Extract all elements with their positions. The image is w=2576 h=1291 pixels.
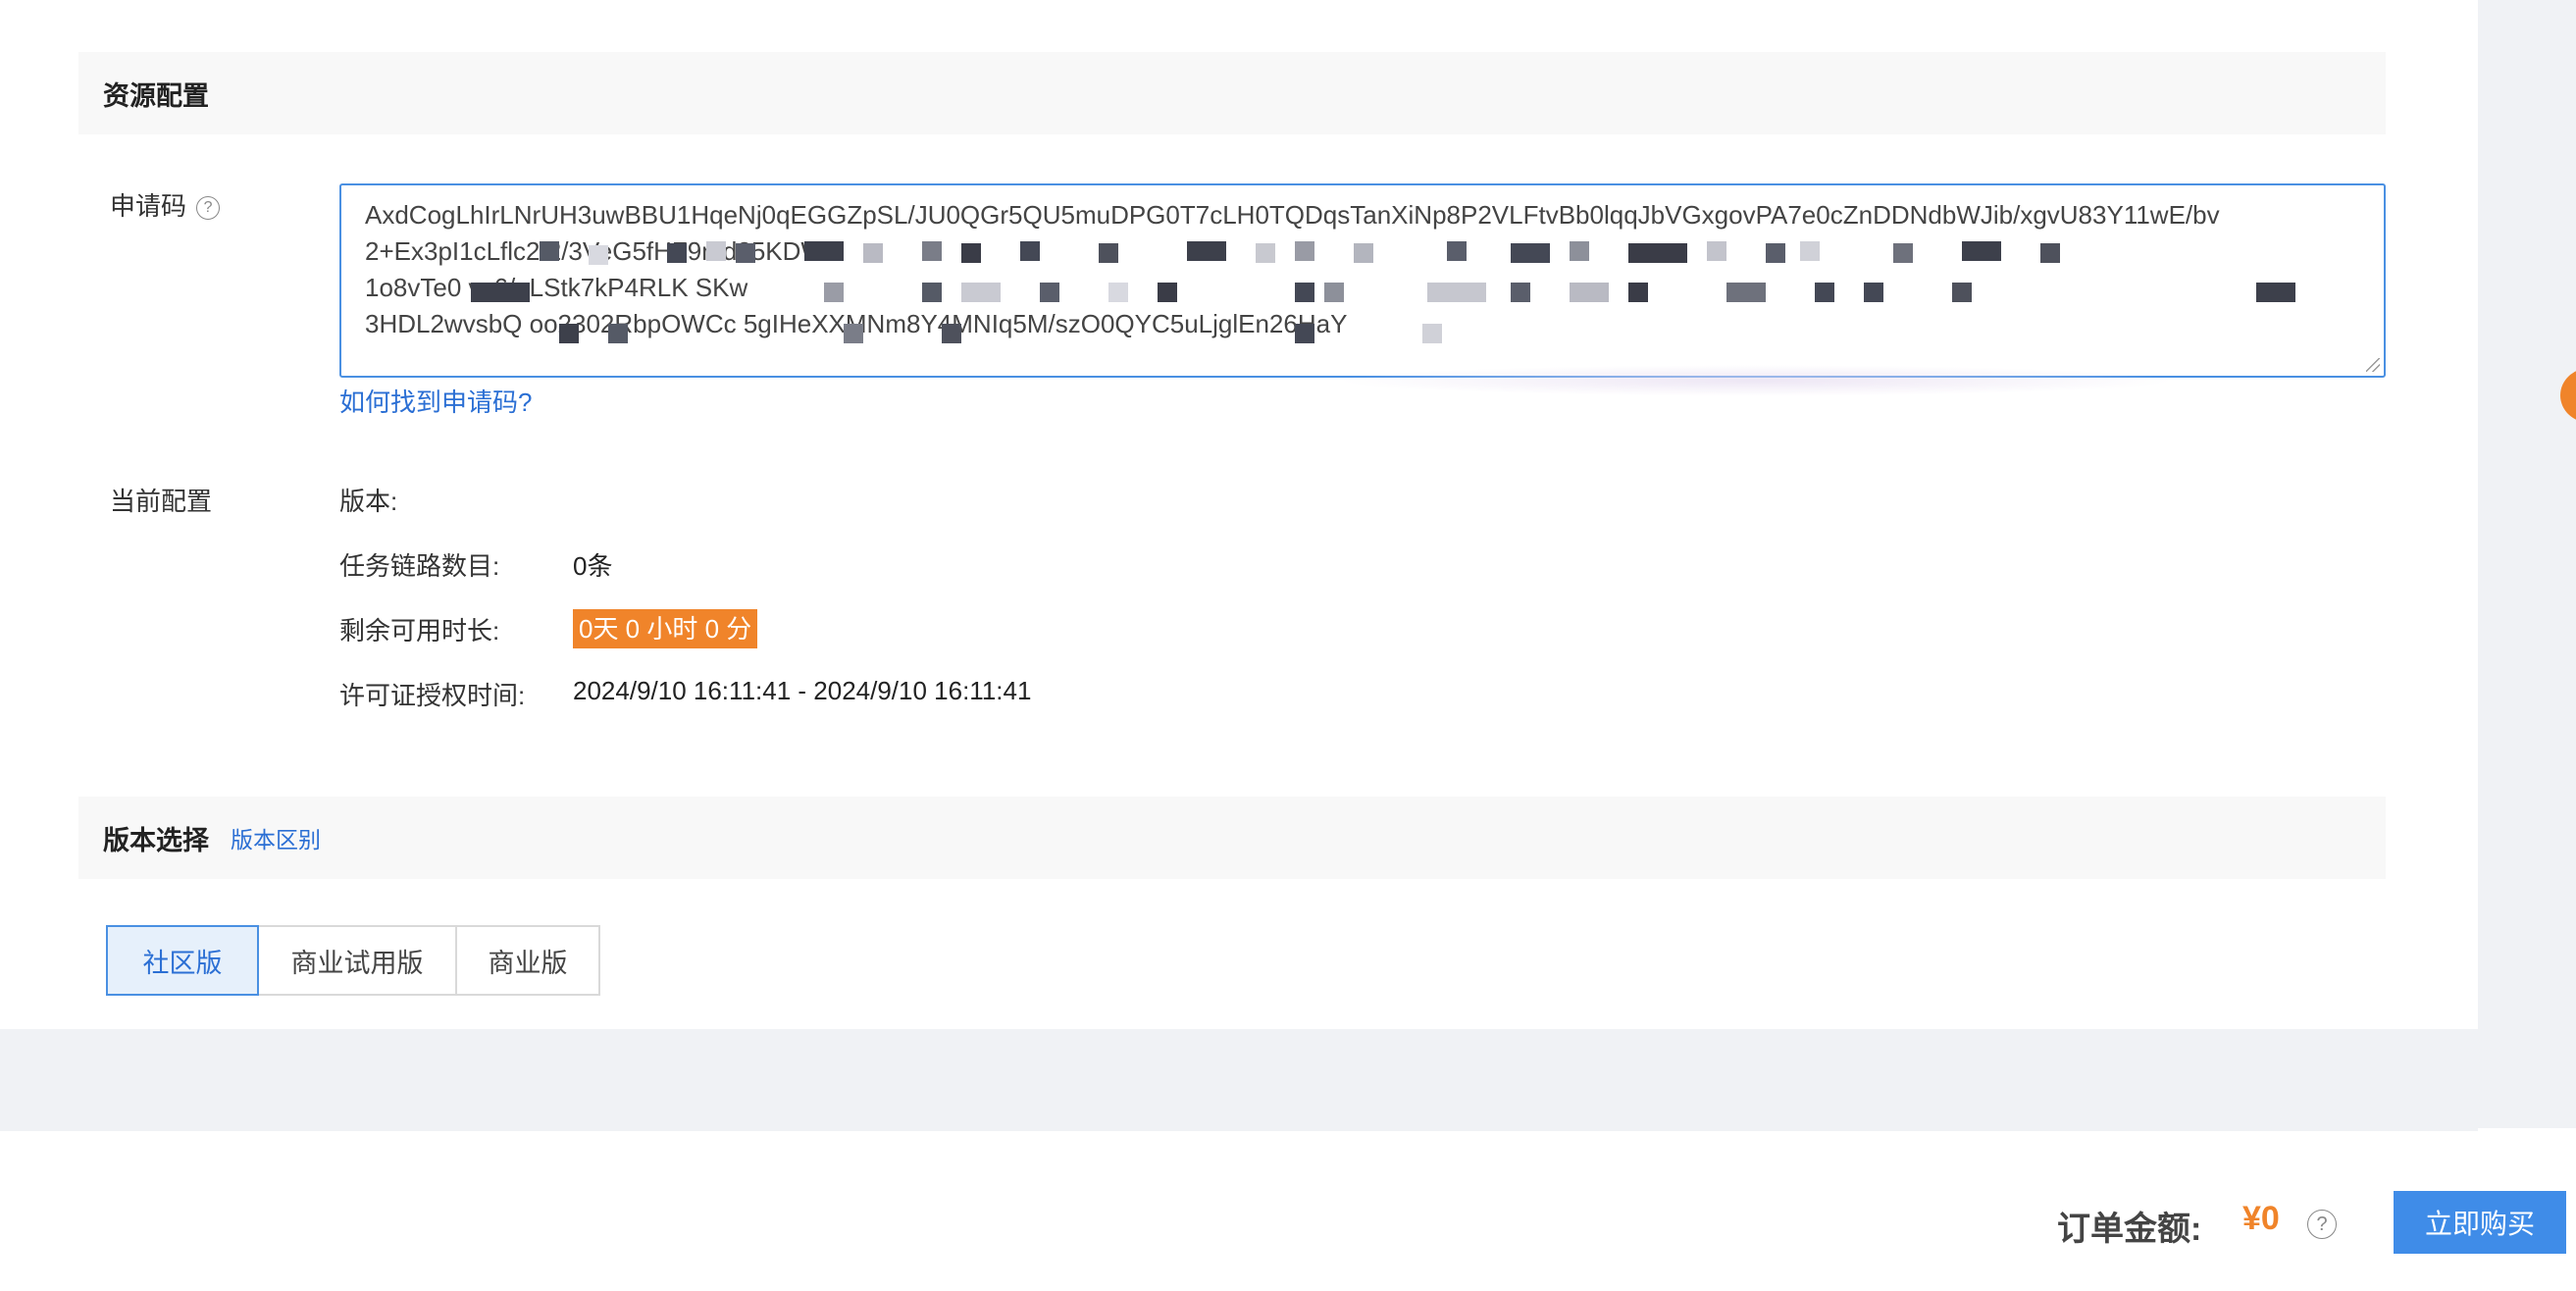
tab-commercial-trial[interactable]: 商业试用版 (257, 925, 457, 996)
main-card: 资源配置 申请码? AxdCogLhIrLNrUH3uwBBU1HqeNj0qE… (0, 0, 2478, 1029)
apply-code-line-1: AxdCogLhIrLNrUH3uwBBU1HqeNj0qEGGZpSL/JU0… (365, 200, 2220, 230)
remaining-time-label: 剩余可用时长: (339, 616, 500, 646)
version-section-header: 版本选择 版本区别 (78, 797, 2386, 879)
resize-grip-icon[interactable] (2366, 358, 2380, 372)
license-time-label: 许可证授权时间: (339, 681, 526, 710)
current-config-label: 当前配置 (110, 487, 213, 516)
apply-code-label-row: 申请码? (110, 186, 221, 223)
question-circle-icon[interactable]: ? (2307, 1210, 2337, 1239)
task-chain-value: 0条 (573, 551, 613, 581)
tab-community[interactable]: 社区版 (106, 925, 259, 996)
version-tabs: 社区版 商业试用版 商业版 (106, 925, 600, 996)
order-total-label: 订单金额: (2057, 1211, 2202, 1248)
content-bottom-band (0, 1029, 2478, 1131)
find-apply-code-link[interactable]: 如何找到申请码? (339, 383, 532, 419)
apply-code-label: 申请码 (110, 191, 187, 221)
buy-now-button[interactable]: 立即购买 (2394, 1191, 2566, 1254)
resource-section-title: 资源配置 (103, 80, 209, 111)
version-label: 版本: (339, 487, 398, 516)
redaction-fade (1334, 365, 2178, 396)
tab-commercial[interactable]: 商业版 (455, 925, 600, 996)
remaining-time-badge: 0天 0 小时 0 分 (573, 609, 758, 648)
page: 资源配置 申请码? AxdCogLhIrLNrUH3uwBBU1HqeNj0qE… (0, 0, 2576, 1291)
resource-section-header: 资源配置 (78, 52, 2386, 134)
version-section-title: 版本选择 (103, 825, 209, 855)
apply-code-line-4: 3HDL2wvsbQ oo2302RbpOWCc 5gIHeXXMNm8Y4MN… (365, 309, 1348, 338)
right-gutter (2478, 0, 2576, 1128)
apply-code-textarea[interactable]: AxdCogLhIrLNrUH3uwBBU1HqeNj0qEGGZpSL/JU0… (339, 183, 2386, 378)
question-circle-icon[interactable]: ? (196, 196, 221, 221)
apply-code-line-3: 1o8vTe0 vc6/eLStk7kP4RLK SKw (365, 273, 748, 302)
apply-code-line-2: 2+Ex3pI1cLflc2 2/3VeG5fHF9md25KDWV (365, 236, 843, 266)
version-diff-link[interactable]: 版本区别 (231, 821, 321, 854)
license-time-value: 2024/9/10 16:11:41 - 2024/9/10 16:11:41 (573, 676, 1032, 705)
task-chain-label: 任务链路数目: (339, 551, 500, 581)
order-total-value: ¥0 (2242, 1200, 2280, 1237)
